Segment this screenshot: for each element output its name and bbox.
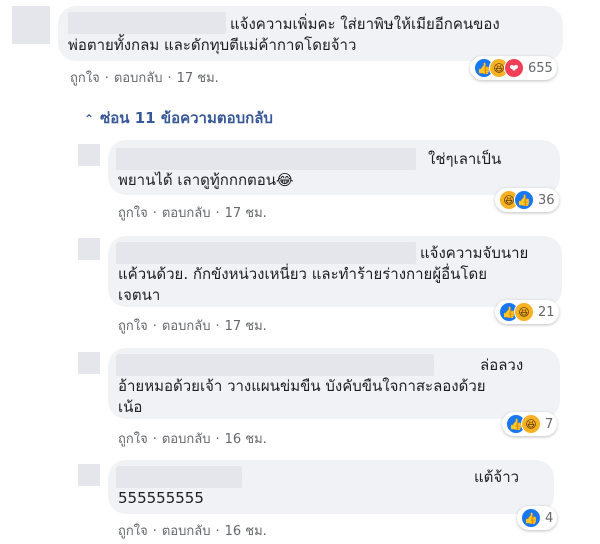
reply-text-line3: เจตนา: [118, 286, 161, 304]
like-link[interactable]: ถูกใจ: [118, 524, 148, 539]
reply-text-line2: พยานได้ เลาดูทู้กกกตอน😂: [118, 171, 294, 189]
reply-text-line3: เน้อ: [118, 398, 143, 416]
main-comment-avatar[interactable]: [12, 6, 50, 44]
reply-text-line1: แต้จ้าว: [474, 468, 520, 486]
reply-actions: ถูกใจ · ตอบกลับ · 17 ชม.: [118, 319, 267, 334]
reply-link[interactable]: ตอบกลับ: [114, 71, 163, 86]
like-link[interactable]: ถูกใจ: [118, 319, 148, 334]
reaction-count: 36: [538, 192, 555, 208]
like-link[interactable]: ถูกใจ: [118, 432, 148, 447]
reply-avatar[interactable]: [78, 352, 100, 374]
timestamp[interactable]: 16 ชม.: [225, 524, 267, 539]
timestamp[interactable]: 17 ชม.: [225, 319, 267, 334]
reply-reactions[interactable]: 😆 👍 36: [495, 188, 559, 212]
reply-text-line1: ใช่ๆเลาเป็น: [428, 150, 502, 168]
reply-avatar[interactable]: [78, 464, 100, 486]
reply-reactions[interactable]: 👍 😆 21: [495, 300, 559, 324]
timestamp[interactable]: 17 ชม.: [177, 71, 219, 86]
like-icon: 👍: [521, 508, 541, 528]
hide-replies-label: ซ่อน 11 ข้อความตอบกลับ: [100, 109, 273, 127]
like-link[interactable]: ถูกใจ: [118, 206, 148, 221]
reply-author-name[interactable]: [116, 466, 242, 488]
like-icon: 👍: [514, 190, 534, 210]
chevron-up-icon: ⌃: [84, 112, 95, 126]
reply-link[interactable]: ตอบกลับ: [162, 524, 211, 539]
reply-text-line2: 555555555: [118, 489, 204, 507]
haha-icon: 😆: [514, 302, 534, 322]
reply-text-line1: ล่อลวง: [480, 356, 524, 374]
reply-text-line2: อ้ายหมอด้วยเจ้า วางแผนข่มขืน บังคับขืนใจ…: [118, 377, 486, 395]
reply-author-name[interactable]: [116, 148, 416, 170]
reply-reactions[interactable]: 👍 4: [517, 506, 558, 530]
reply-actions: ถูกใจ · ตอบกลับ · 16 ชม.: [118, 524, 267, 539]
reply-text-line1: แจ้งความจับนาย: [420, 244, 529, 262]
reply-link[interactable]: ตอบกลับ: [162, 206, 211, 221]
timestamp[interactable]: 16 ชม.: [225, 432, 267, 447]
reaction-count: 655: [528, 60, 553, 76]
main-comment-text-line2: พ่อตายทั้งกลม และดักทุบตีแม่ค้ากาดโดยจ้า…: [68, 36, 357, 54]
like-link[interactable]: ถูกใจ: [70, 71, 100, 86]
love-icon: ❤: [504, 58, 524, 78]
main-comment-reactions[interactable]: 👍 😆 ❤ 655: [470, 56, 557, 80]
timestamp[interactable]: 17 ชม.: [225, 206, 267, 221]
reply-link[interactable]: ตอบกลับ: [162, 432, 211, 447]
main-comment-actions: ถูกใจ · ตอบกลับ · 17 ชม.: [70, 71, 219, 86]
main-comment-author-name[interactable]: [68, 12, 226, 34]
reply-reactions[interactable]: 👍 😆 7: [502, 412, 558, 436]
reply-author-name[interactable]: [116, 354, 434, 376]
reaction-count: 7: [545, 416, 554, 432]
reply-actions: ถูกใจ · ตอบกลับ · 17 ชม.: [118, 206, 267, 221]
reply-author-name[interactable]: [116, 242, 416, 264]
reply-actions: ถูกใจ · ตอบกลับ · 16 ชม.: [118, 432, 267, 447]
reply-text-line2: แค้วนด้วย. กักขังหน่วงเหนี่ยว และทำร้ายร…: [118, 265, 487, 283]
reply-avatar[interactable]: [78, 238, 100, 260]
hide-replies-link[interactable]: ⌃ ซ่อน 11 ข้อความตอบกลับ: [84, 106, 273, 130]
reaction-count: 21: [538, 304, 555, 320]
reaction-count: 4: [545, 510, 554, 526]
reply-link[interactable]: ตอบกลับ: [162, 319, 211, 334]
haha-icon: 😆: [521, 414, 541, 434]
reply-avatar[interactable]: [78, 144, 100, 166]
main-comment-text-line1: แจ้งความเพิ่มคะ ใส่ยาพิษให้เมียอีกคนของ: [230, 15, 500, 33]
